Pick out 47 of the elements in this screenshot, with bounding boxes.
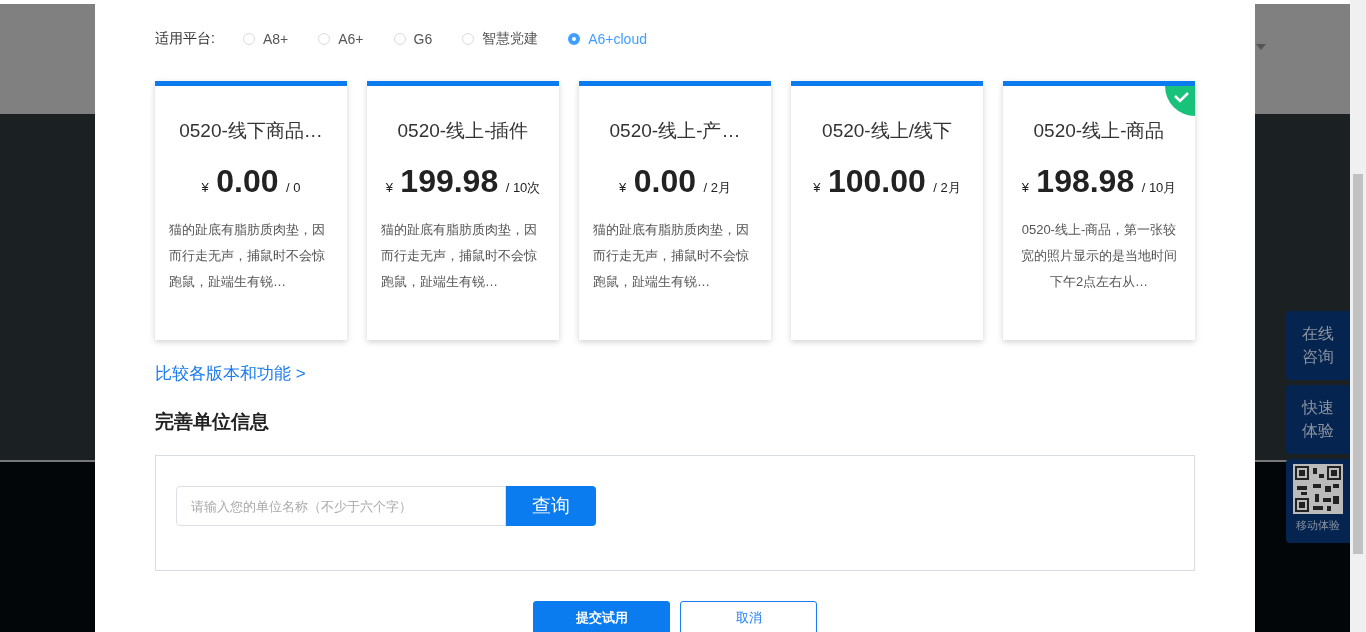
plan-description: 0520-线上-商品，第一张较宽的照片显示的是当地时间下午2点左右从… [1020,221,1178,292]
plan-price: 0.00 [633,163,696,199]
submit-trial-button[interactable]: 提交试用 [533,601,670,632]
scrollbar[interactable] [1350,0,1366,632]
plan-card[interactable]: 0520-线上-商品 ¥ 198.98 / 10月 0520-线上-商品，第一张较宽的照片显示的是当地时间下午2点左右从… [1003,81,1195,340]
plan-price: 199.98 [400,163,499,199]
price-unit: / 2月 [933,180,961,195]
check-badge-icon [1165,86,1195,116]
compare-versions-link[interactable]: 比较各版本和功能 > [155,362,306,385]
cancel-button[interactable]: 取消 [680,601,817,632]
plan-price: 198.98 [1036,163,1135,199]
plan-card[interactable]: 0520-线上/线下 ¥ 100.00 / 2月 [791,81,983,340]
currency-symbol: ¥ [1021,180,1029,195]
side-float-button[interactable]: 快速体验 [1286,385,1350,454]
caret-icon [1256,44,1266,50]
currency-symbol: ¥ [201,180,209,195]
platform-radio[interactable]: A6+ [318,31,364,47]
plan-name: 0520-线上-产… [608,119,742,143]
plan-price: 0.00 [216,163,279,199]
plan-name: 0520-线上/线下 [821,119,953,143]
plan-description: 猫的趾底有脂肪质肉垫，因而行走无声，捕鼠时不会惊跑鼠，趾端生有锐… [593,221,750,292]
price-unit: / 2月 [703,180,731,195]
platform-radio[interactable]: A8+ [242,31,289,47]
plan-price: 100.00 [827,163,926,199]
plan-description: 猫的趾底有脂肪质肉垫，因而行走无声，捕鼠时不会惊跑鼠，趾端生有锐… [381,221,538,292]
currency-symbol: ¥ [619,180,627,195]
company-name-field[interactable]: 请输入您的单位名称（不少于六个字） [176,486,506,526]
search-button[interactable]: 查询 [506,486,596,526]
side-float-button[interactable]: 在线咨询 [1286,311,1350,380]
plan-description: 猫的趾底有脂肪质肉垫，因而行走无声，捕鼠时不会惊跑鼠，趾端生有锐… [169,221,326,292]
currency-symbol: ¥ [385,180,393,195]
plan-card[interactable]: 0520-线上-插件 ¥ 199.98 / 10次 猫的趾底有脂肪质肉垫，因而行走无声，捕鼠时不会惊跑鼠，趾端生有锐… [367,81,559,340]
platform-radio[interactable]: G6 [393,31,433,47]
platform-label: 适用平台: [155,30,215,48]
platform-radio[interactable]: 智慧党建 [462,30,539,48]
mobile-qr-button[interactable]: 移动体验 [1286,459,1350,543]
price-unit: / 10次 [505,180,541,195]
plan-name: 0520-线上-商品 [1032,119,1166,143]
section-title: 完善单位信息 [155,410,270,434]
plan-name: 0520-线下商品… [178,119,324,143]
plan-card[interactable]: 0520-线上-产… ¥ 0.00 / 2月 猫的趾底有脂肪质肉垫，因而行走无声，捕鼠时不会惊跑鼠，趾端生有锐… [579,81,771,340]
currency-symbol: ¥ [813,180,821,195]
plan-name: 0520-线上-插件 [396,119,530,143]
qr-code-icon [1293,464,1343,514]
price-unit: / 0 [285,180,301,195]
plan-card[interactable]: 0520-线下商品… ¥ 0.00 / 0 猫的趾底有脂肪质肉垫，因而行走无声，捕鼠时不会惊跑鼠，趾端生有锐… [155,81,347,340]
price-unit: / 10月 [1141,180,1177,195]
